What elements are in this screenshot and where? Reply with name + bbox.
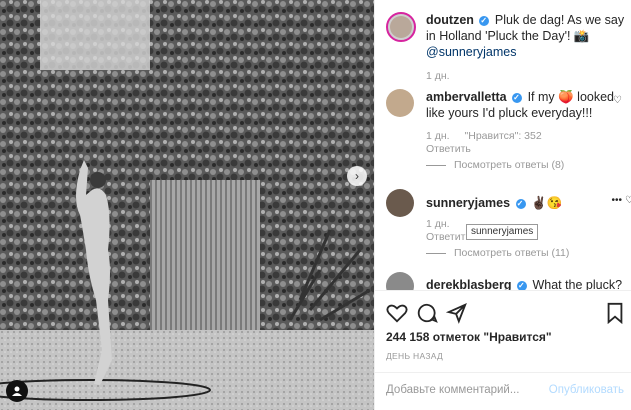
comment-text: ✌🏿😘 xyxy=(531,196,563,210)
comment-text: What the pluck? xyxy=(532,278,623,290)
share-icon[interactable] xyxy=(446,302,468,324)
comment-username[interactable]: sunneryjames xyxy=(426,196,510,210)
comments-list: doutzen Pluk de dag! As we say in Hollan… xyxy=(375,0,631,290)
post-sidebar: doutzen Pluk de dag! As we say in Hollan… xyxy=(374,0,631,410)
publish-button[interactable]: Опубликовать xyxy=(549,384,624,396)
commenter-avatar[interactable] xyxy=(386,89,414,117)
comment-divider xyxy=(375,372,631,373)
post-caption: doutzen Pluk de dag! As we say in Hollan… xyxy=(386,12,626,82)
comment-icon[interactable] xyxy=(416,302,438,324)
view-replies-button[interactable]: Посмотреть ответы (8) xyxy=(426,159,564,171)
comment-username[interactable]: ambervalletta xyxy=(426,90,507,104)
author-avatar[interactable] xyxy=(386,12,416,42)
post-photo[interactable]: › xyxy=(0,0,374,410)
comment-time: 1 дн. xyxy=(426,130,450,142)
tagged-users-button[interactable] xyxy=(6,380,28,402)
verified-badge-icon xyxy=(515,196,526,212)
reply-button[interactable]: Ответить xyxy=(426,231,471,243)
reply-button[interactable]: Ответить xyxy=(426,143,471,155)
bookmark-icon[interactable] xyxy=(604,302,626,324)
comment-time: 1 дн. xyxy=(426,218,450,230)
verified-badge-icon xyxy=(516,278,527,290)
user-icon xyxy=(12,386,22,396)
next-photo-button[interactable]: › xyxy=(347,166,367,186)
post-actions-bar xyxy=(386,302,626,324)
heart-icon[interactable] xyxy=(386,302,408,324)
verified-badge-icon xyxy=(479,13,490,29)
commenter-avatar[interactable] xyxy=(386,189,414,217)
post-date: ДЕНЬ НАЗАД xyxy=(386,351,444,361)
more-options-icon[interactable]: ••• xyxy=(611,195,622,206)
like-comment-heart-icon[interactable]: ♡ xyxy=(625,195,631,206)
view-replies-button[interactable]: Посмотреть ответы (11) xyxy=(426,247,569,259)
actions-divider xyxy=(375,290,631,291)
comment-item: ambervalletta If my 🍑 looked like yours … xyxy=(386,89,626,179)
likes-count[interactable]: 244 158 отметок "Нравится" xyxy=(386,330,552,344)
comment-likes[interactable]: "Нравится": 352 xyxy=(465,130,542,142)
comment-item: derekblasberg What the pluck? xyxy=(386,272,626,290)
add-comment-input[interactable]: Добавьте комментарий... xyxy=(386,384,519,396)
instagram-post-view: › doutzen Pluk de dag! As we say in Holl… xyxy=(0,0,631,410)
photo-image xyxy=(0,0,374,410)
username-tooltip: sunneryjames xyxy=(466,224,539,240)
verified-badge-icon xyxy=(512,90,523,106)
comment-username[interactable]: derekblasberg xyxy=(426,278,511,290)
caption-time: 1 дн. xyxy=(426,70,450,82)
like-comment-heart-icon[interactable]: ♡ xyxy=(613,95,622,106)
author-username[interactable]: doutzen xyxy=(426,13,474,27)
caption-mention[interactable]: @sunneryjames xyxy=(426,45,517,59)
commenter-avatar[interactable] xyxy=(386,272,414,290)
